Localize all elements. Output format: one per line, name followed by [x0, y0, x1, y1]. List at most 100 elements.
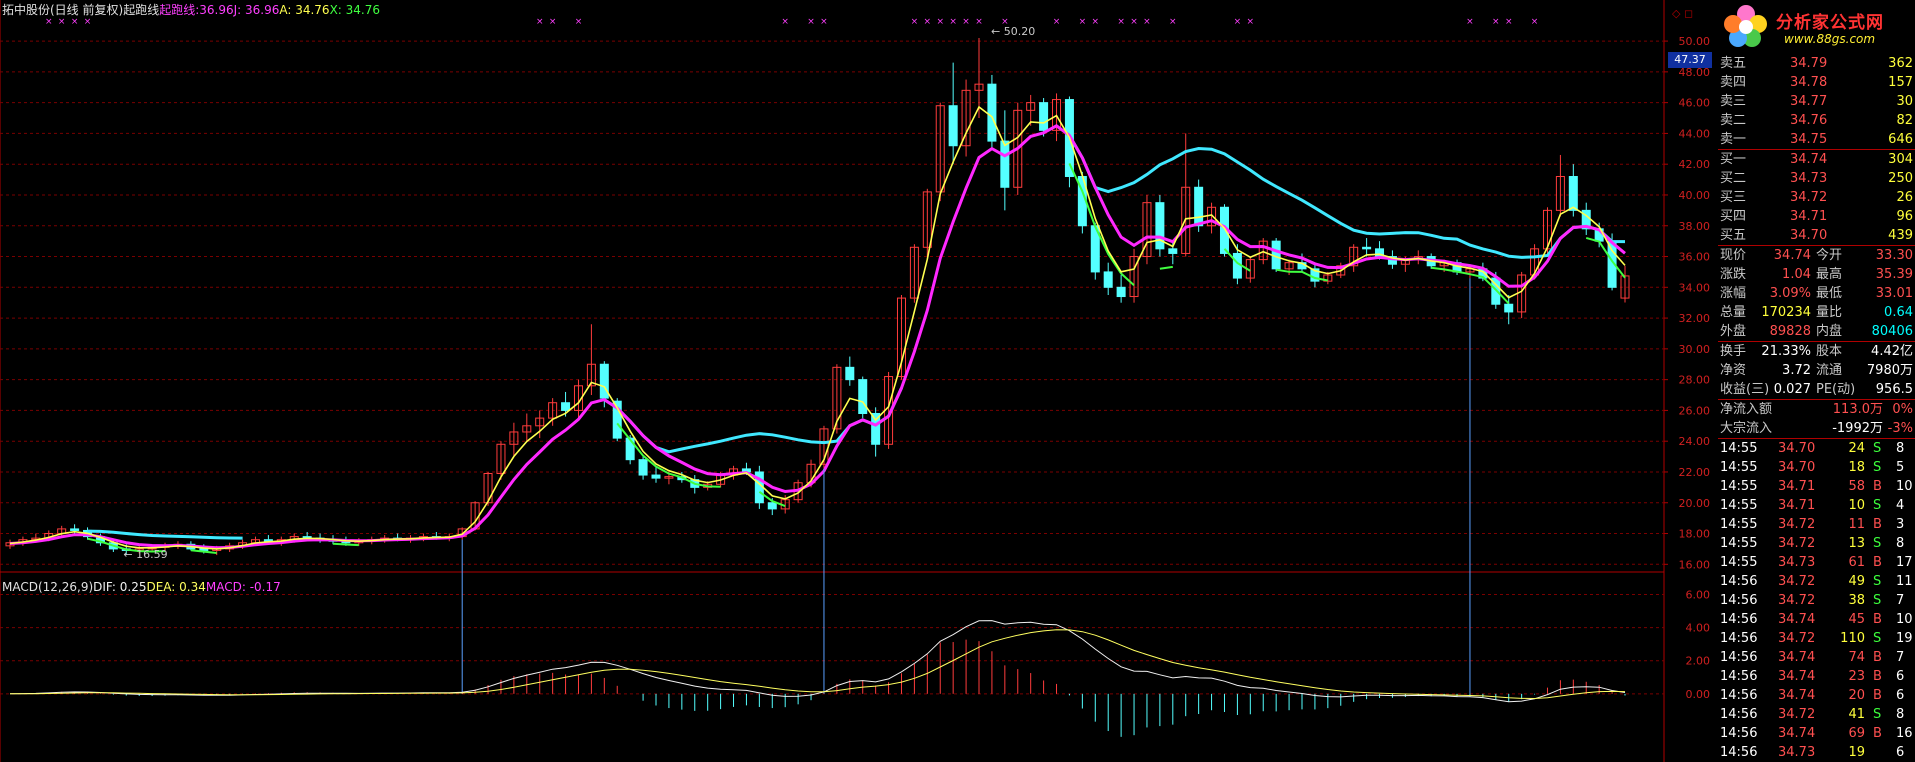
- ask-row: 卖四 34.78 157: [1718, 73, 1915, 92]
- tick-row: 14:55 34.71 10 S 4: [1718, 496, 1915, 515]
- tick-count: 17: [1896, 555, 1913, 570]
- fast-line-yellow: [9, 105, 1626, 550]
- stat-label: 最高: [1816, 267, 1843, 282]
- tick-volume: 74: [1848, 650, 1865, 665]
- price-tick-label: 16.00: [1679, 558, 1711, 571]
- tick-time: 14:56: [1720, 669, 1758, 684]
- tick-time: 14:56: [1720, 650, 1758, 665]
- tick-count: 10: [1896, 479, 1913, 494]
- bid-volume: 439: [1888, 228, 1913, 243]
- candle-body: [599, 363, 609, 399]
- tick-volume: 49: [1848, 574, 1865, 589]
- ask-price: 34.79: [1790, 56, 1828, 71]
- signal-mark: ×: [71, 17, 79, 27]
- stat-label: 量比: [1816, 305, 1843, 320]
- stat-value: 80406: [1871, 324, 1913, 339]
- macd-params: MACD(12,26,9): [2, 580, 93, 594]
- ask-row: 卖二 34.76 82: [1718, 111, 1915, 130]
- tick-time: 14:55: [1720, 441, 1758, 456]
- tick-price: 34.74: [1778, 669, 1816, 684]
- tick-count: 8: [1896, 707, 1905, 722]
- tick-count: 16: [1896, 726, 1913, 741]
- price-tick-label: 40.00: [1679, 189, 1711, 202]
- candle-body: [1504, 303, 1514, 313]
- signal-mark: ×: [58, 17, 66, 27]
- tick-time: 14:56: [1720, 726, 1758, 741]
- flow-row: 净流入额 113.0万 0%: [1718, 400, 1915, 419]
- ask-price: 34.75: [1790, 132, 1828, 147]
- ask-volume: 157: [1888, 75, 1913, 90]
- candle-body: [1000, 140, 1010, 188]
- ask-label: 卖三: [1720, 94, 1747, 109]
- tick-volume: 18: [1848, 460, 1865, 475]
- bid-row: 买三 34.72 26: [1718, 188, 1915, 207]
- stat-label: 最低: [1816, 286, 1843, 301]
- signal-mark: ×: [1117, 17, 1125, 27]
- window-control-icons[interactable]: ◇ ◻: [1672, 7, 1693, 20]
- macd-tick-label: 6.00: [1686, 589, 1711, 602]
- tick-row: 14:55 34.71 58 B 10: [1718, 477, 1915, 496]
- tick-time: 14:55: [1720, 536, 1758, 551]
- stat-row: 收益(三) 0.027 PE(动) 956.5: [1718, 380, 1915, 399]
- tick-count: 6: [1896, 669, 1905, 684]
- tick-time: 14:56: [1720, 745, 1758, 760]
- stat-label: 内盘: [1816, 324, 1843, 339]
- price-tick-label: 26.00: [1679, 404, 1711, 417]
- tick-volume: 24: [1848, 441, 1865, 456]
- tick-price: 34.72: [1778, 536, 1816, 551]
- indicator-name: 起跑线: [123, 3, 159, 17]
- tick-count: 4: [1896, 498, 1905, 513]
- stat-value: 33.30: [1875, 248, 1913, 263]
- price-tick-label: 32.00: [1679, 312, 1711, 325]
- tick-time: 14:56: [1720, 574, 1758, 589]
- indicator-label: 起跑线:: [159, 3, 199, 17]
- stat-value: 3.09%: [1769, 286, 1811, 301]
- tick-time: 14:56: [1720, 612, 1758, 627]
- signal-mark: ×: [1466, 17, 1474, 27]
- stat-label: 流通: [1816, 363, 1843, 378]
- tick-side: S: [1873, 574, 1882, 589]
- tick-side: B: [1873, 555, 1882, 570]
- tick-row: 14:56 34.72 110 S 19: [1718, 629, 1915, 648]
- bid-label: 买一: [1720, 152, 1747, 167]
- tick-side: S: [1873, 536, 1882, 551]
- bid-row: 买一 34.74 304: [1718, 150, 1915, 169]
- signal-mark: ×: [781, 17, 789, 27]
- candle-body: [1116, 286, 1126, 298]
- price-tick-label: 18.00: [1679, 528, 1711, 541]
- tick-count: 3: [1896, 517, 1905, 532]
- signal-mark: ×: [1505, 17, 1513, 27]
- bid-label: 买五: [1720, 228, 1747, 243]
- tick-price: 34.72: [1778, 707, 1816, 722]
- signal-mark: ×: [1247, 17, 1255, 27]
- stat-value: 7980万: [1866, 363, 1913, 378]
- dif-value: DIF: 0.25: [93, 580, 146, 594]
- candle-body: [987, 83, 997, 142]
- candle-body: [858, 379, 868, 414]
- tick-time: 14:55: [1720, 555, 1758, 570]
- indicator-value: 36.96: [199, 3, 233, 17]
- price-tick-label: 38.00: [1679, 220, 1711, 233]
- tick-price: 34.70: [1778, 441, 1816, 456]
- bid-price: 34.72: [1790, 190, 1828, 205]
- bid-price: 34.71: [1790, 209, 1828, 224]
- tick-price: 34.71: [1778, 498, 1816, 513]
- macd-tick-label: 0.00: [1686, 688, 1711, 701]
- candle-body: [1103, 271, 1113, 288]
- tick-count: 11: [1896, 574, 1913, 589]
- tick-count: 5: [1896, 460, 1905, 475]
- signal-mark: ×: [1531, 17, 1539, 27]
- j-value: J: 36.96: [233, 3, 280, 17]
- stat-value: 35.39: [1875, 267, 1913, 282]
- price-tick-label: 46.00: [1679, 97, 1711, 110]
- ask-label: 卖四: [1720, 75, 1747, 90]
- ask-row: 卖三 34.77 30: [1718, 92, 1915, 111]
- tick-row: 14:56 34.73 19 6: [1718, 743, 1915, 762]
- tick-volume: 45: [1848, 612, 1865, 627]
- ask-label: 卖一: [1720, 132, 1747, 147]
- price-chart[interactable]: 50.0048.0046.0044.0042.0040.0038.0036.00…: [0, 0, 1718, 762]
- logo: 分析家公式网 www.88gs.com: [1718, 0, 1915, 54]
- flow-row: 大宗流入 -1992万 -3%: [1718, 419, 1915, 438]
- tick-row: 14:55 34.73 61 B 17: [1718, 553, 1915, 572]
- stat-value: 170234: [1761, 305, 1811, 320]
